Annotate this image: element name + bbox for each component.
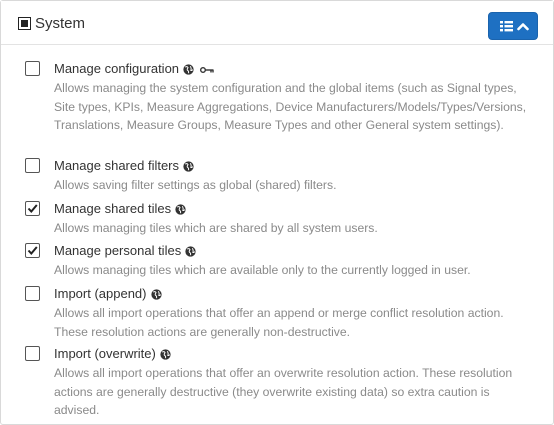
permission-description: Allows all import operations that offer … <box>54 306 504 339</box>
permission-checkbox[interactable] <box>25 158 40 173</box>
permission-description: Allows managing the system configuration… <box>54 81 527 132</box>
permission-checkbox[interactable] <box>25 346 40 361</box>
key-icon <box>200 67 214 73</box>
permission-description: Allows all import operations that offer … <box>54 366 513 417</box>
panel-header: System <box>1 1 553 45</box>
globe-icon <box>183 64 194 75</box>
permission-label: Manage shared filters <box>54 158 180 173</box>
globe-icon <box>150 289 162 300</box>
system-permissions-panel: System Manage configuration Allows manag… <box>0 0 554 425</box>
permission-checkbox[interactable] <box>25 61 40 76</box>
permission-label: Manage shared tiles <box>54 201 172 216</box>
globe-icon <box>183 161 194 172</box>
permission-description: Allows managing tiles which are shared b… <box>54 221 378 235</box>
permission-checkbox[interactable] <box>25 243 40 258</box>
chevron-up-icon <box>517 23 529 31</box>
permission-checkbox[interactable] <box>25 286 40 301</box>
permission-checkbox[interactable] <box>25 201 40 216</box>
list-icon <box>500 21 513 32</box>
group-select-checkbox[interactable] <box>18 17 31 30</box>
checkmark-icon <box>27 204 38 214</box>
permission-label: Manage personal tiles <box>54 243 182 258</box>
permission-description: Allows managing tiles which are availabl… <box>54 263 471 277</box>
globe-icon <box>160 349 171 360</box>
permission-description: Allows saving filter settings as global … <box>54 178 337 192</box>
collapse-button[interactable] <box>488 12 538 40</box>
panel-title: System <box>35 15 86 32</box>
permission-label: Manage configuration <box>54 61 180 76</box>
indeterminate-mark <box>21 20 28 27</box>
permission-label: Import (append) <box>54 286 147 301</box>
permission-label: Import (overwrite) <box>54 346 156 361</box>
globe-icon <box>185 246 196 257</box>
globe-icon <box>175 204 186 215</box>
checkmark-icon <box>27 246 38 256</box>
